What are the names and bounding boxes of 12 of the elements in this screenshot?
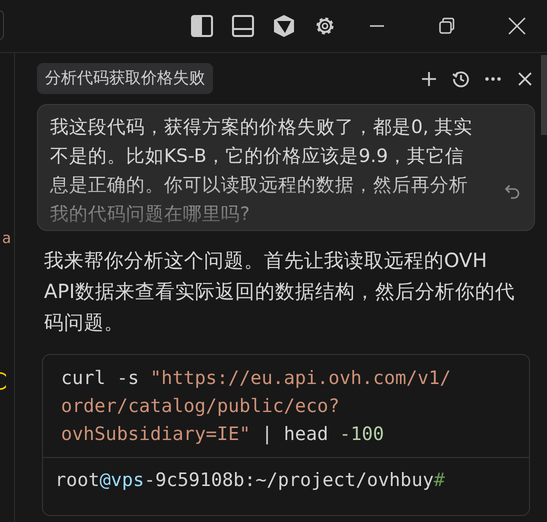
assistant-message: 我来帮你分析这个问题。首先让我读取远程的OVH API数据来查看实际返回的数据结构，然后分析你的代码问题。 [44, 248, 516, 336]
scrollbar[interactable] [541, 55, 547, 135]
bracket-highlight-icon [0, 371, 6, 391]
history-icon[interactable] [451, 68, 471, 88]
terminal-prompt: root@vps-9c59108b:~/project/ovhbuy# [43, 457, 529, 515]
cube-icon[interactable] [272, 14, 296, 38]
user-message[interactable]: 我这段代码，获得方案的价格失败了，都是0, 其实不是的。比如KS-B，它的价格应该是9.9，其它信息是正确的。你可以读取远程的数据，然后再分析我的代码问题在哪里吗? [37, 104, 535, 231]
chat-title: 分析代码获取价格失败 [37, 63, 213, 94]
command-text: curl -s "https://eu.api.ovh.com/v1/order/catalog/public/eco?ovhSubsidiary=IE" | head -100 [60, 367, 452, 447]
panel-toggle-icon[interactable] [231, 14, 255, 38]
sidebar-toggle-icon[interactable] [190, 14, 214, 38]
code-text: a [2, 229, 12, 247]
